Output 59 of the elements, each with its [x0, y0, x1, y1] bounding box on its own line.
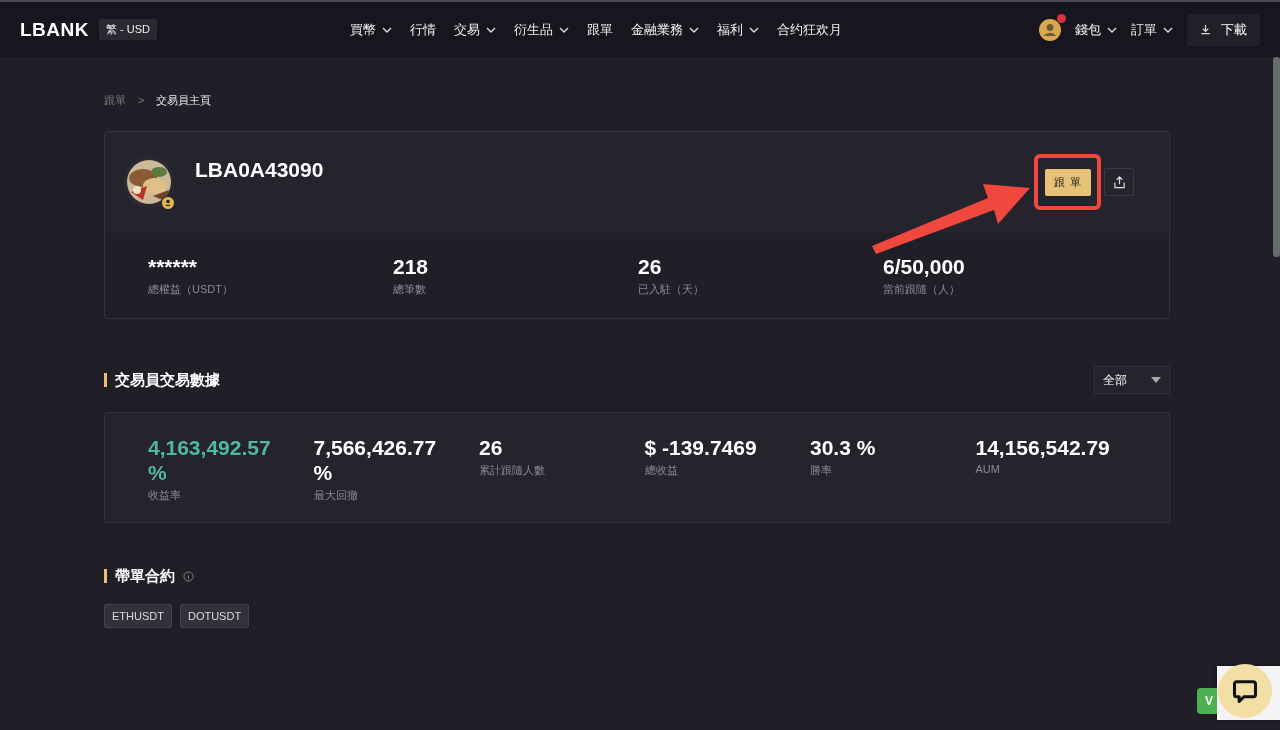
stat-value: $ -139.7469	[644, 435, 758, 460]
trader-name: LBA0A43090	[195, 158, 324, 182]
scrollbar[interactable]	[1273, 57, 1280, 257]
stat-value: 7,566,426.77 %	[313, 435, 438, 485]
highlight-frame	[1034, 154, 1101, 210]
follow-button[interactable]: 跟 單	[1044, 168, 1091, 196]
stat-value: 14,156,542.79	[975, 435, 1111, 460]
caret-icon	[1151, 377, 1161, 383]
nav-item[interactable]: 衍生品	[514, 20, 569, 39]
nav-item[interactable]: 金融業務	[631, 20, 699, 39]
chevron-down-icon	[382, 26, 392, 33]
logo[interactable]: LBANK	[20, 18, 89, 41]
nav-item[interactable]: 交易	[454, 20, 496, 39]
nav-item[interactable]: 買幣	[350, 20, 392, 39]
nav-menu[interactable]: 訂單	[1131, 20, 1173, 39]
info-icon	[183, 570, 194, 582]
share-icon	[1112, 175, 1126, 189]
stat-value: 26	[638, 255, 663, 279]
chevron-down-icon	[1163, 26, 1173, 33]
chevron-down-icon	[689, 26, 699, 33]
stat-label: 收益率	[148, 488, 182, 503]
download-button[interactable]: 下載	[1187, 13, 1260, 46]
stat-label: AUM	[975, 463, 1001, 475]
nav-item[interactable]: 合约狂欢月	[777, 20, 842, 39]
chat-icon	[1231, 677, 1259, 705]
stat-label: 總權益（USDT）	[148, 282, 234, 297]
trader-badge-icon	[161, 196, 175, 210]
share-button[interactable]	[1104, 168, 1134, 196]
stat-value: 6/50,000	[883, 255, 966, 279]
stat-value: 218	[393, 255, 430, 279]
download-icon	[1200, 24, 1211, 35]
stat-value: ******	[148, 255, 199, 279]
stat-value: 4,163,492.57 %	[148, 435, 272, 485]
stat-label: 已入駐（天）	[638, 282, 705, 297]
nav-item[interactable]: 行情	[410, 20, 436, 39]
stat-label: 勝率	[810, 463, 833, 478]
contract-tag[interactable]: DOTUSDT	[179, 604, 250, 628]
period-select[interactable]: 全部	[1094, 366, 1170, 394]
stat-label: 累計跟隨人數	[479, 463, 546, 478]
chevron-down-icon	[486, 26, 496, 33]
stat-label: 總筆數	[393, 282, 427, 297]
chevron-down-icon	[749, 26, 759, 33]
breadcrumb-separator: >	[138, 94, 145, 106]
breadcrumb-link[interactable]: 跟單	[104, 92, 126, 108]
chevron-down-icon	[1107, 26, 1117, 33]
locale-button[interactable]: 繁 - USD	[99, 19, 157, 40]
stat-label: 總收益	[644, 463, 679, 478]
chevron-down-icon	[559, 26, 569, 33]
section-title: 交易員交易數據	[104, 373, 220, 387]
stat-value: 30.3 %	[810, 435, 877, 460]
nav-menu[interactable]: 錢包	[1075, 20, 1117, 39]
contract-tag[interactable]: ETHUSDT	[104, 604, 172, 628]
nav-item[interactable]: 跟單	[587, 20, 613, 39]
stat-value: 26	[479, 435, 504, 460]
section-title: 帶單合約	[104, 569, 175, 583]
nav-item[interactable]: 福利	[717, 20, 759, 39]
stat-label: 最大回撤	[313, 488, 359, 503]
stat-label: 當前跟隨（人）	[883, 282, 961, 297]
user-avatar-icon[interactable]	[1039, 18, 1061, 41]
